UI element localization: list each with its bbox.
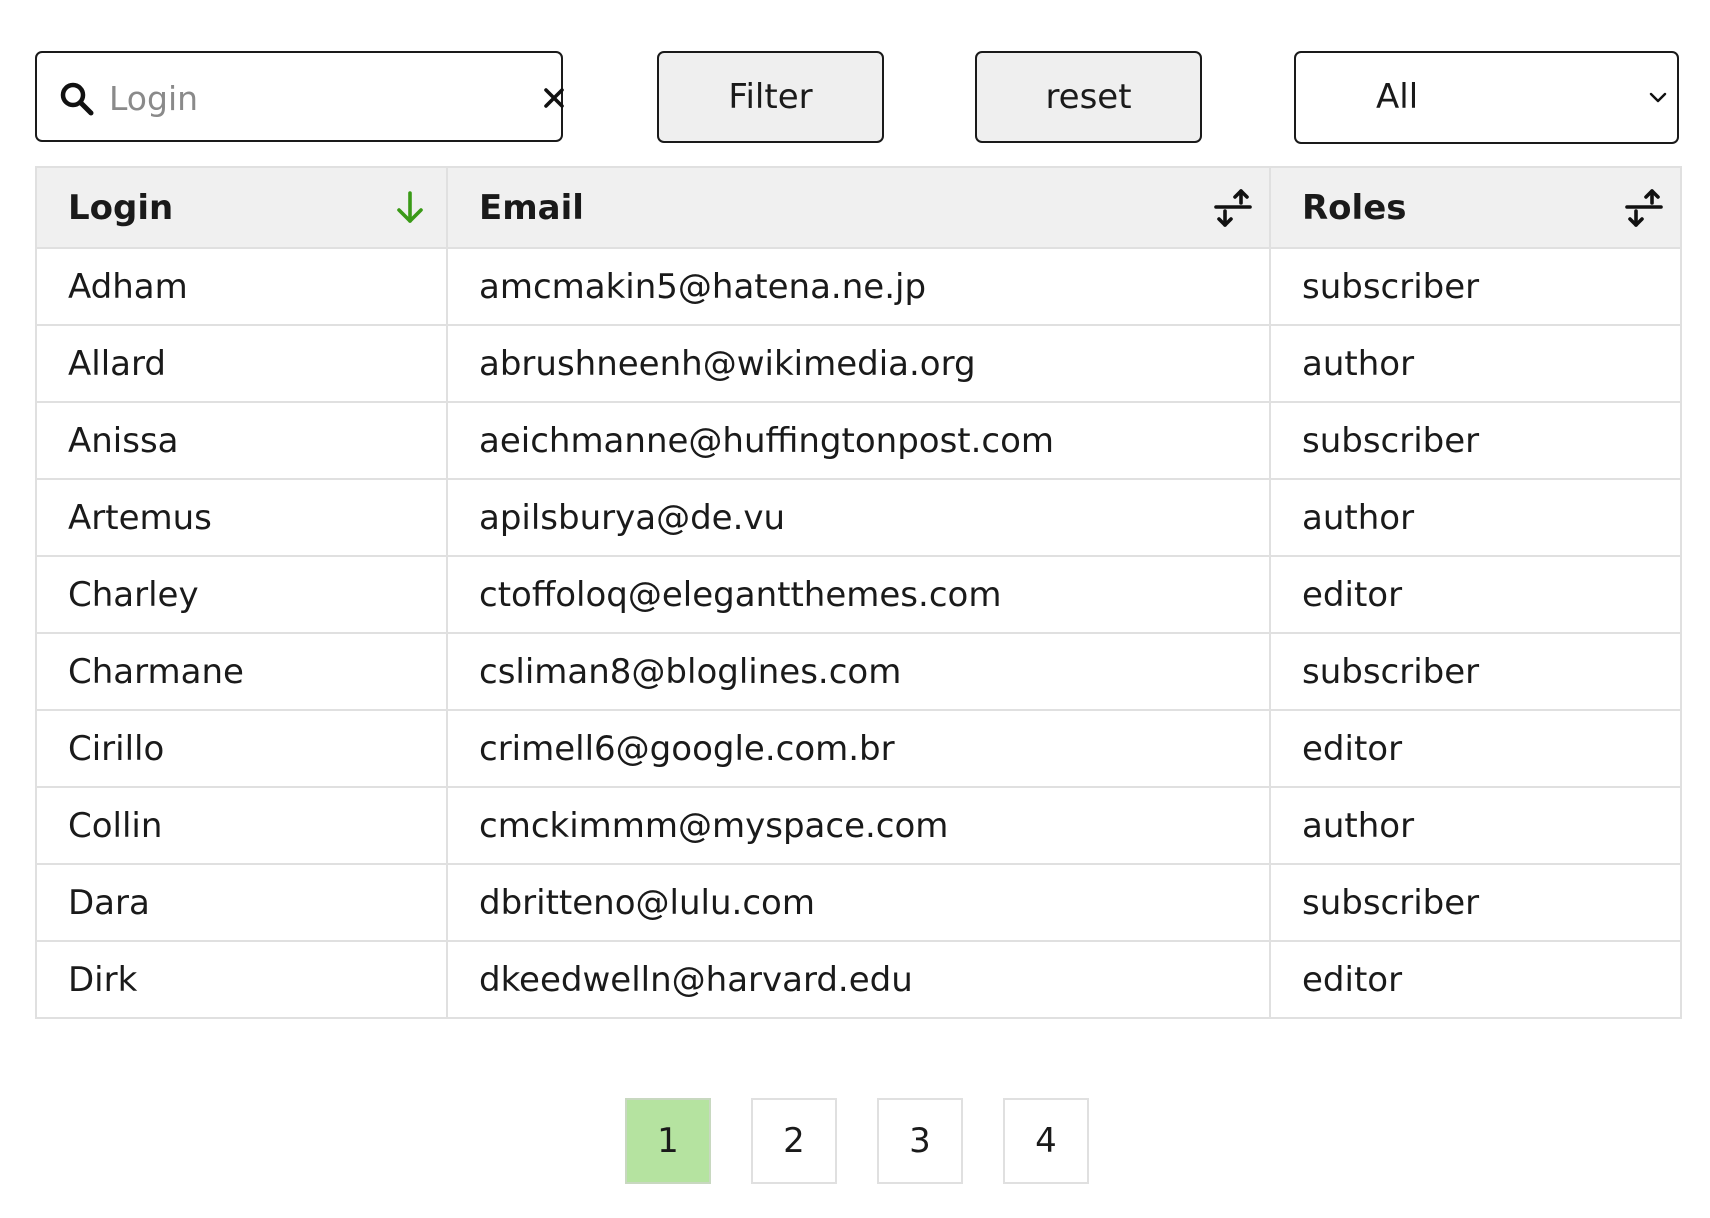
cell-email: cmckimmm@myspace.com: [446, 786, 1271, 865]
table-row: Dara dbritteno@lulu.com subscriber: [35, 863, 1682, 942]
table-header-row: Login Email Roles: [35, 166, 1682, 249]
search-icon: [60, 82, 94, 116]
column-header-label: Login: [68, 187, 174, 228]
cell-role: subscriber: [1269, 247, 1682, 326]
cell-email: crimell6@google.com.br: [446, 709, 1271, 788]
cell-login: Dara: [35, 863, 448, 942]
cell-role: author: [1269, 478, 1682, 557]
cell-email: aeichmanne@huffingtonpost.com: [446, 401, 1271, 480]
cell-role: author: [1269, 324, 1682, 403]
table-row: Adham amcmakin5@hatena.ne.jp subscriber: [35, 247, 1682, 326]
cell-email: csliman8@bloglines.com: [446, 632, 1271, 711]
close-icon[interactable]: [537, 81, 571, 115]
cell-login: Dirk: [35, 940, 448, 1019]
cell-login: Cirillo: [35, 709, 448, 788]
column-header-roles[interactable]: Roles: [1269, 166, 1682, 249]
cell-login: Artemus: [35, 478, 448, 557]
page-button-2[interactable]: 2: [751, 1098, 837, 1184]
cell-email: dkeedwelln@harvard.edu: [446, 940, 1271, 1019]
pagination: 1 2 3 4: [0, 1098, 1710, 1184]
cell-login: Collin: [35, 786, 448, 865]
role-select-value: All: [1376, 77, 1419, 117]
table-row: Allard abrushneenh@wikimedia.org author: [35, 324, 1682, 403]
filter-button[interactable]: Filter: [657, 51, 884, 143]
table-row: Charley ctoffoloq@elegantthemes.com edit…: [35, 555, 1682, 634]
cell-role: subscriber: [1269, 401, 1682, 480]
search-box[interactable]: [35, 51, 564, 142]
column-header-email[interactable]: Email: [446, 166, 1271, 249]
cell-login: Charley: [35, 555, 448, 634]
table-row: Charmane csliman8@bloglines.com subscrib…: [35, 632, 1682, 711]
sort-icon[interactable]: [1212, 187, 1254, 229]
cell-role: subscriber: [1269, 632, 1682, 711]
users-table: Login Email Roles Adham amcmakin5@hatena…: [35, 166, 1682, 1019]
cell-email: abrushneenh@wikimedia.org: [446, 324, 1271, 403]
cell-role: author: [1269, 786, 1682, 865]
cell-login: Charmane: [35, 632, 448, 711]
cell-role: editor: [1269, 555, 1682, 634]
chevron-down-icon: [1649, 92, 1667, 103]
cell-login: Allard: [35, 324, 448, 403]
arrow-down-icon[interactable]: [389, 187, 431, 229]
cell-login: Adham: [35, 247, 448, 326]
table-row: Artemus apilsburya@de.vu author: [35, 478, 1682, 557]
page-button-4[interactable]: 4: [1003, 1098, 1089, 1184]
cell-login: Anissa: [35, 401, 448, 480]
reset-button[interactable]: reset: [975, 51, 1202, 143]
search-input[interactable]: [107, 67, 511, 129]
table-row: Cirillo crimell6@google.com.br editor: [35, 709, 1682, 788]
cell-email: apilsburya@de.vu: [446, 478, 1271, 557]
table-row: Dirk dkeedwelln@harvard.edu editor: [35, 940, 1682, 1019]
cell-email: amcmakin5@hatena.ne.jp: [446, 247, 1271, 326]
cell-email: dbritteno@lulu.com: [446, 863, 1271, 942]
column-header-label: Email: [479, 187, 584, 228]
cell-role: editor: [1269, 709, 1682, 788]
column-header-login[interactable]: Login: [35, 166, 448, 249]
cell-role: subscriber: [1269, 863, 1682, 942]
role-select[interactable]: All: [1294, 51, 1679, 144]
column-header-label: Roles: [1302, 187, 1407, 228]
toolbar: Filter reset All: [0, 0, 1710, 150]
cell-email: ctoffoloq@elegantthemes.com: [446, 555, 1271, 634]
page-button-1[interactable]: 1: [625, 1098, 711, 1184]
page-button-3[interactable]: 3: [877, 1098, 963, 1184]
table-row: Anissa aeichmanne@huffingtonpost.com sub…: [35, 401, 1682, 480]
table-row: Collin cmckimmm@myspace.com author: [35, 786, 1682, 865]
sort-icon[interactable]: [1623, 187, 1665, 229]
cell-role: editor: [1269, 940, 1682, 1019]
